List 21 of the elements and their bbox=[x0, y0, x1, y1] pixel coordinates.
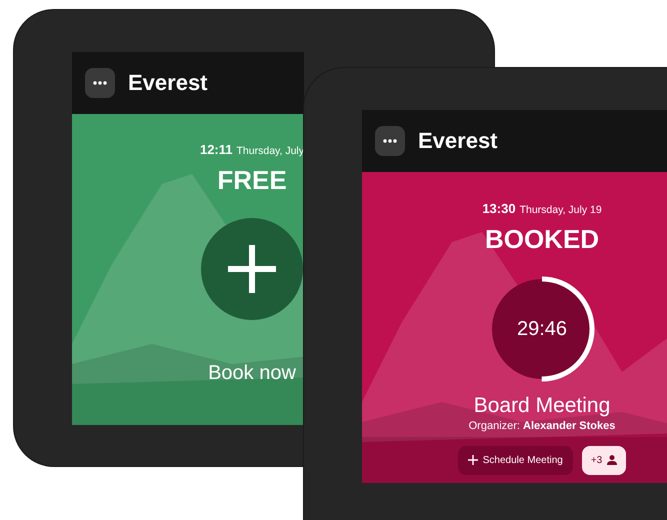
status-label: FREE bbox=[217, 165, 287, 195]
book-now-link[interactable]: Book now bbox=[208, 362, 296, 385]
plus-icon bbox=[468, 455, 478, 465]
plus-icon bbox=[226, 243, 278, 295]
room-title: Everest bbox=[418, 128, 498, 154]
organizer-text: Organizer: Alexander Stokes bbox=[468, 420, 616, 432]
more-icon bbox=[93, 81, 107, 85]
schedule-meeting-button[interactable]: Schedule Meeting bbox=[458, 446, 573, 474]
attendees-button[interactable]: +3 bbox=[582, 446, 626, 474]
meeting-title: Board Meeting bbox=[474, 394, 610, 418]
countdown-time: 29:46 bbox=[516, 318, 568, 340]
more-icon bbox=[383, 139, 397, 143]
person-icon bbox=[607, 455, 618, 465]
clock-time: 13:30 bbox=[482, 201, 516, 216]
date-text: Thursday, July bbox=[236, 145, 304, 157]
status-label: BOOKED bbox=[484, 224, 600, 254]
room-title: Everest bbox=[128, 70, 208, 96]
menu-button[interactable] bbox=[85, 68, 115, 98]
date-text: Thursday, July 19 bbox=[520, 204, 602, 216]
clock-time: 12:11 bbox=[200, 142, 233, 157]
menu-button[interactable] bbox=[375, 126, 405, 156]
